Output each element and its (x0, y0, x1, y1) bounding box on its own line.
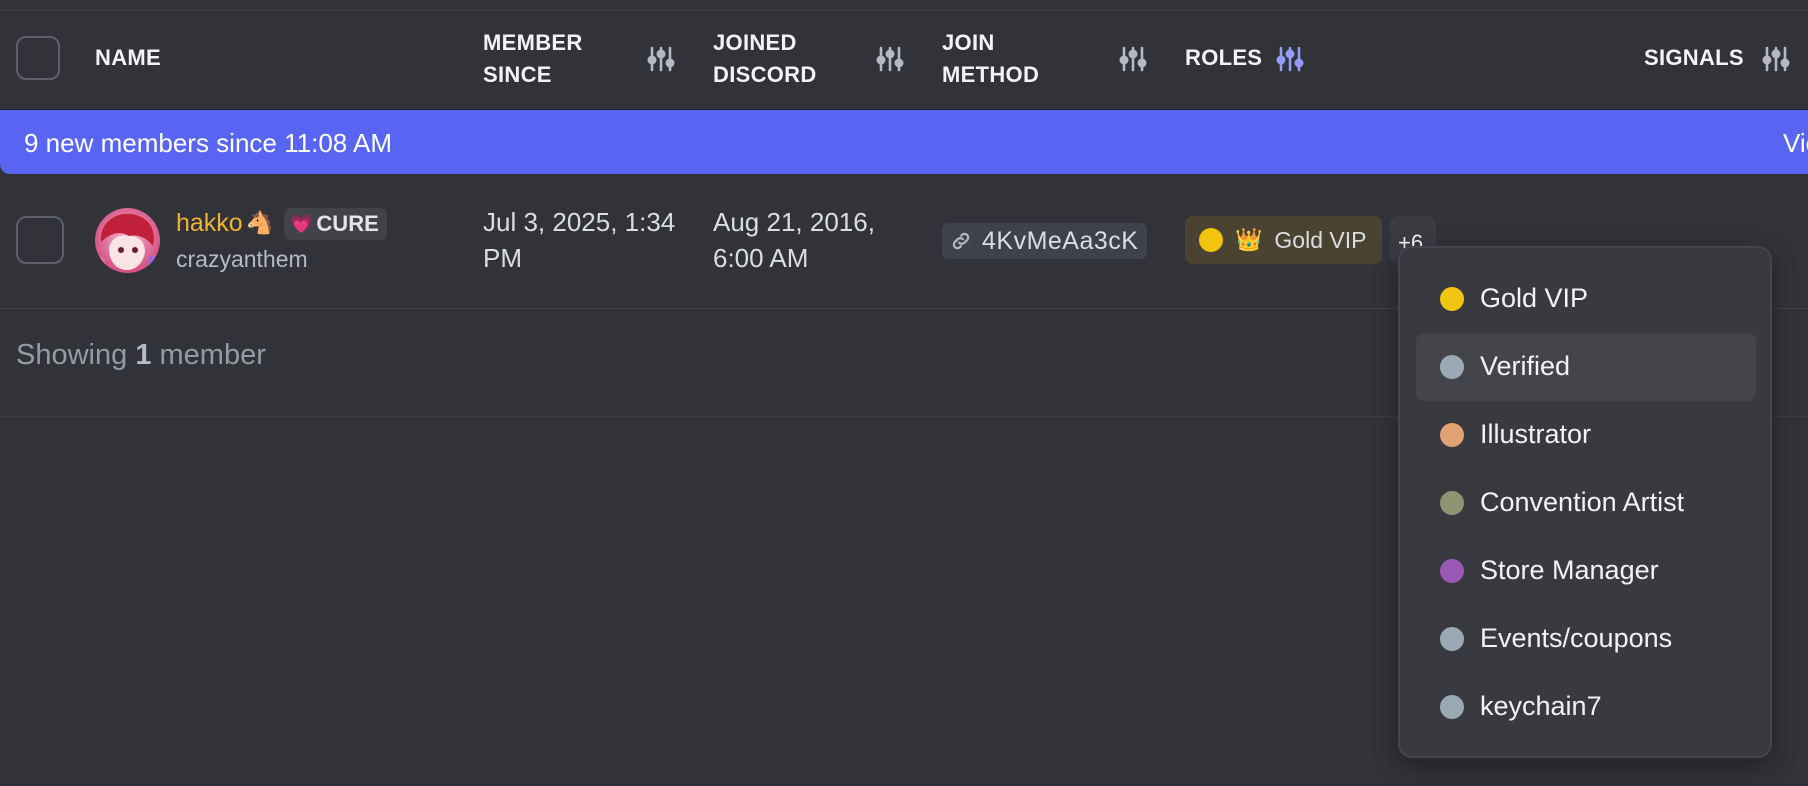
popup-role-item[interactable]: keychain7 (1416, 673, 1756, 741)
popup-role-label: Gold VIP (1480, 283, 1589, 313)
avatar[interactable] (95, 208, 160, 273)
popup-role-label: keychain7 (1480, 691, 1602, 721)
new-members-text: 9 new members since 11:08 AM (24, 128, 393, 158)
column-header-name[interactable]: NAME (95, 42, 161, 74)
role-color-dot (1440, 355, 1464, 379)
role-color-dot (1440, 559, 1464, 583)
popup-role-label: Events/coupons (1480, 623, 1673, 653)
table-header: NAME MEMBER SINCE JOINED DISCORD JOIN ME… (0, 11, 1808, 109)
role-pill-gold-vip[interactable]: 👑 Gold VIP (1185, 216, 1383, 264)
popup-role-item[interactable]: Events/coupons (1416, 605, 1756, 673)
link-icon (952, 232, 970, 250)
popup-role-item[interactable]: Illustrator (1416, 401, 1756, 469)
column-header-join-method[interactable]: JOIN METHOD (942, 27, 1039, 91)
new-members-banner[interactable]: 9 new members since 11:08 AM View (0, 110, 1808, 174)
row-select-checkbox[interactable] (16, 216, 64, 264)
select-all-checkbox[interactable] (16, 36, 60, 80)
join-method-filter-icon[interactable] (1119, 45, 1147, 73)
popup-role-label: Verified (1480, 351, 1571, 381)
popup-role-item[interactable]: Verified (1416, 333, 1756, 401)
view-new-members-link[interactable]: View (1783, 128, 1808, 158)
role-color-dot (1440, 423, 1464, 447)
member-display-name[interactable]: hakko (176, 207, 243, 239)
signals-filter-icon[interactable] (1762, 45, 1790, 73)
roles-filter-icon-active[interactable] (1276, 45, 1304, 73)
member-count-summary: Showing 1 member (16, 339, 266, 371)
popup-role-item[interactable]: Store Manager (1416, 537, 1756, 605)
popup-role-item[interactable]: Gold VIP (1416, 265, 1756, 333)
roles-popup: Gold VIP Verified Illustrator Convention… (1398, 246, 1772, 758)
invite-code: 4KvMeAa3cK (982, 226, 1139, 255)
joined-discord-cell: Aug 21, 2016, 6:00 AM (713, 207, 875, 273)
joined-discord-filter-icon[interactable] (876, 45, 904, 73)
popup-role-label: Store Manager (1480, 555, 1659, 585)
heart-icon: 💗 (290, 213, 313, 234)
member-username: crazyanthem (176, 246, 308, 272)
member-since-cell: Jul 3, 2025, 1:34 PM (483, 207, 676, 273)
column-header-member-since[interactable]: MEMBER SINCE (483, 27, 583, 91)
popup-role-label: Convention Artist (1480, 487, 1685, 517)
role-color-dot (1440, 695, 1464, 719)
role-color-dot (1440, 491, 1464, 515)
role-color-dot (1440, 627, 1464, 651)
name-emoji: 🐴 (246, 210, 274, 235)
member-since-filter-icon[interactable] (647, 45, 675, 73)
popup-role-item[interactable]: Convention Artist (1416, 469, 1756, 537)
server-tag-label: CURE (316, 211, 379, 236)
popup-role-label: Illustrator (1480, 419, 1592, 449)
role-color-dot (1199, 228, 1223, 252)
column-header-signals[interactable]: SIGNALS (1644, 42, 1744, 74)
role-color-dot (1440, 287, 1464, 311)
crown-icon: 👑 (1235, 227, 1263, 252)
server-tag-badge[interactable]: 💗 CURE (284, 208, 387, 240)
role-label: Gold VIP (1274, 226, 1367, 253)
column-header-roles[interactable]: ROLES (1185, 42, 1262, 74)
invite-code-chip[interactable]: 4KvMeAa3cK (942, 223, 1148, 259)
column-header-joined-discord[interactable]: JOINED DISCORD (713, 27, 817, 91)
